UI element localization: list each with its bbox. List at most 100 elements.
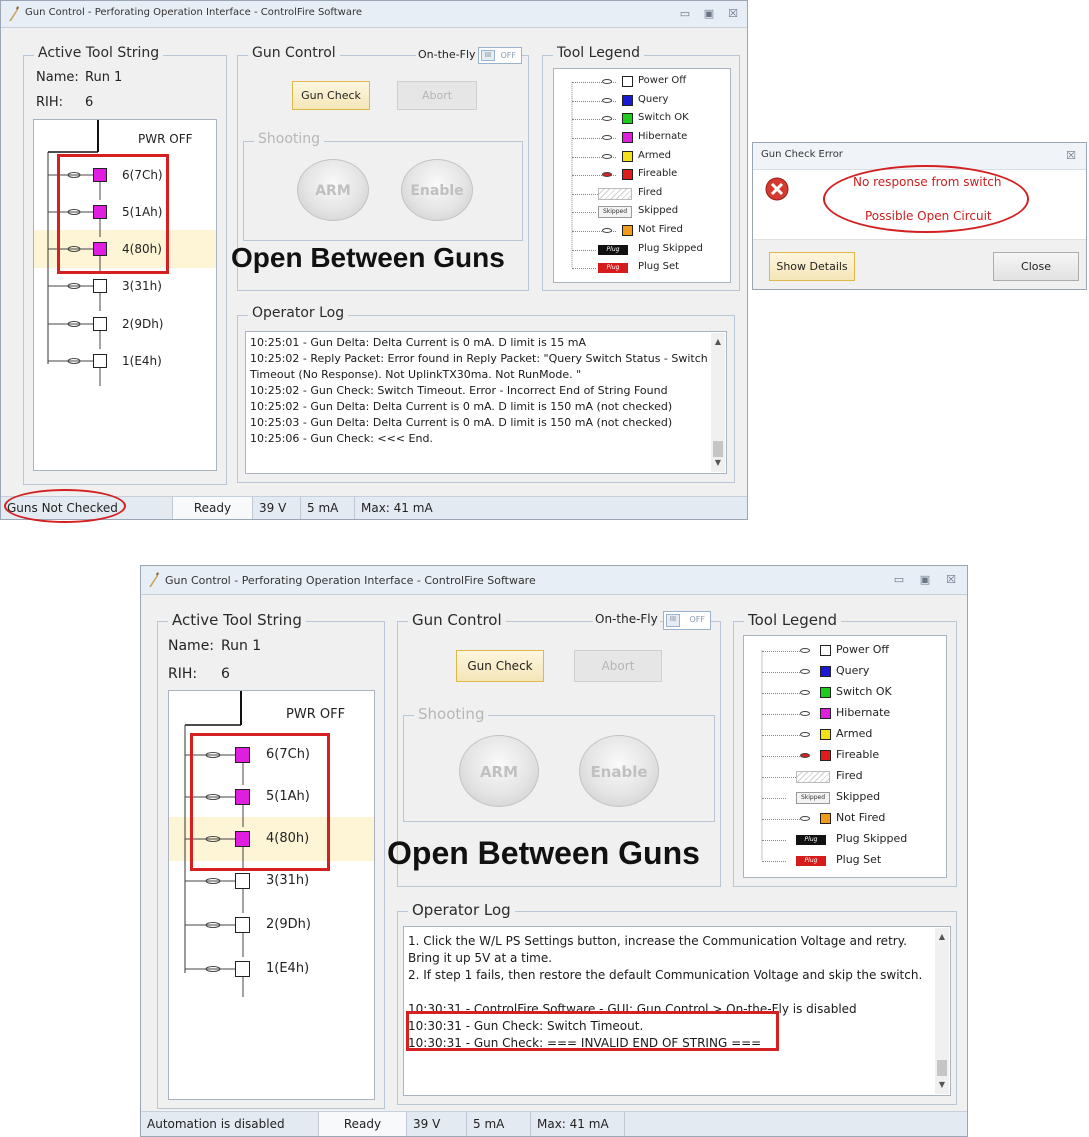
enable-button[interactable]: Enable — [401, 159, 473, 221]
legend-connector — [762, 860, 786, 862]
legend-skipped-icon: Skipped — [796, 791, 830, 804]
legend-label: Plug Set — [836, 853, 882, 866]
legend-fired-icon — [598, 187, 632, 200]
legend-item: Plug Plug Set — [554, 259, 730, 278]
active-tool-string-title: Active Tool String — [168, 611, 306, 629]
legend-label: Switch OK — [836, 685, 892, 698]
legend-plug-icon: Plug — [796, 855, 826, 866]
legend-item: Plug Plug Skipped — [554, 240, 730, 259]
maximize-button[interactable]: ▣ — [699, 6, 719, 22]
status-bar: Automation is disabled Ready 39 V 5 mA M… — [141, 1111, 967, 1136]
scroll-thumb[interactable] — [713, 441, 723, 457]
gun-control-window-1: Gun Control - Perforating Operation Inte… — [0, 0, 748, 520]
legend-item: Hibernate — [554, 129, 730, 148]
legend-lead-icon — [602, 79, 612, 85]
arm-button[interactable]: ARM — [297, 159, 369, 221]
log-line: 10:25:02 - Gun Delta: Delta Current is 0… — [250, 400, 673, 413]
enable-button[interactable]: Enable — [579, 735, 659, 807]
legend-lead-icon — [602, 135, 612, 141]
open-between-guns-caption: Open Between Guns — [387, 835, 700, 871]
gun-check-button[interactable]: Gun Check — [456, 650, 544, 682]
legend-lead-icon — [602, 153, 612, 159]
title-bar[interactable]: Gun Control - Perforating Operation Inte… — [1, 1, 747, 28]
legend-label: Skipped — [638, 205, 679, 217]
error-message-highlight — [823, 165, 1029, 233]
abort-button[interactable]: Abort — [397, 81, 477, 110]
window-title: Gun Control - Perforating Operation Inte… — [25, 7, 363, 18]
gun-control-window-2: Gun Control - Perforating Operation Inte… — [140, 565, 968, 1137]
legend-lead-icon — [800, 647, 810, 653]
scroll-down-icon[interactable]: ▼ — [935, 1078, 949, 1092]
legend-label: Query — [836, 664, 870, 677]
switch-3-marker[interactable] — [235, 873, 250, 889]
abort-button[interactable]: Abort — [574, 650, 662, 682]
tool-string-diagram: PWR OFF 6(7Ch) 5(1Ah) 4(80h) 3(31h) 2(9D… — [33, 119, 217, 471]
legend-label: Skipped — [836, 790, 881, 803]
log-line: 10:25:02 - Reply Packet: Error found in … — [250, 352, 708, 365]
switch-2-marker[interactable] — [93, 317, 107, 331]
on-the-fly-toggle[interactable]: III OFF — [663, 611, 711, 630]
switch-2-label: 2(9Dh) — [122, 317, 164, 331]
log-line: 1. Click the W/L PS Settings button, inc… — [408, 934, 907, 948]
switch-1-marker[interactable] — [235, 961, 250, 977]
arm-button[interactable]: ARM — [459, 735, 539, 807]
log-line: 10:25:01 - Gun Delta: Delta Current is 0… — [250, 336, 587, 349]
switch-3-marker[interactable] — [93, 279, 107, 293]
legend-lead-icon — [602, 97, 612, 103]
legend-lead-icon — [800, 689, 810, 695]
legend-label: Fireable — [638, 168, 678, 180]
log-line: 2. If step 1 fails, then restore the def… — [408, 968, 923, 982]
legend-switch-icon — [820, 728, 831, 740]
close-button[interactable]: ☒ — [723, 6, 743, 22]
dialog-close-button[interactable]: Close — [993, 252, 1079, 281]
legend-item: Plug Plug Set — [744, 850, 946, 871]
on-the-fly-toggle[interactable]: III OFF — [478, 47, 522, 64]
operator-log-text[interactable]: 1. Click the W/L PS Settings button, inc… — [403, 926, 951, 1096]
legend-switch-icon — [622, 113, 633, 125]
legend-label: Query — [638, 93, 669, 105]
log-scrollbar[interactable]: ▲ ▼ — [711, 333, 725, 472]
legend-item: Skipped Skipped — [554, 203, 730, 222]
gun-control-title: Gun Control — [248, 45, 340, 61]
minimize-button[interactable]: ▭ — [889, 572, 909, 588]
legend-lead-icon — [800, 752, 810, 758]
log-scrollbar[interactable]: ▲ ▼ — [935, 928, 949, 1094]
legend-item: Hibernate — [744, 703, 946, 724]
legend-switch-icon — [622, 225, 633, 237]
active-tool-string-title: Active Tool String — [34, 45, 164, 61]
title-bar[interactable]: Gun Control - Perforating Operation Inte… — [141, 566, 967, 595]
operator-log-text[interactable]: 10:25:01 - Gun Delta: Delta Current is 0… — [245, 331, 727, 474]
dialog-title: Gun Check Error — [761, 149, 843, 160]
maximize-button[interactable]: ▣ — [915, 572, 935, 588]
app-flame-icon — [149, 572, 159, 587]
log-error-highlight — [406, 1011, 779, 1051]
legend-item: Armed — [554, 147, 730, 166]
legend-label: Plug Skipped — [836, 832, 908, 845]
dialog-close-icon[interactable]: ☒ — [1061, 148, 1081, 164]
run-name-value: Run 1 — [221, 638, 262, 654]
rih-value: 6 — [221, 666, 230, 682]
legend-lead-icon — [602, 116, 612, 122]
operator-log-title: Operator Log — [248, 305, 349, 321]
hibernating-switches-highlight — [190, 733, 330, 871]
close-button[interactable]: ☒ — [941, 572, 961, 588]
pwr-off-label: PWR OFF — [286, 707, 346, 722]
legend-switch-icon — [622, 94, 633, 106]
legend-item: Fired — [744, 766, 946, 787]
gun-check-button[interactable]: Gun Check — [292, 81, 370, 110]
toggle-off-label: OFF — [689, 615, 706, 624]
switch-1-label: 1(E4h) — [266, 961, 310, 976]
legend-label: Plug Skipped — [638, 242, 703, 254]
scroll-up-icon[interactable]: ▲ — [711, 335, 725, 349]
show-details-button[interactable]: Show Details — [769, 252, 855, 281]
scroll-up-icon[interactable]: ▲ — [935, 930, 949, 944]
rih-label: RIH: — [168, 666, 198, 682]
scroll-thumb[interactable] — [937, 1060, 947, 1076]
scroll-down-icon[interactable]: ▼ — [711, 456, 725, 470]
switch-2-marker[interactable] — [235, 917, 250, 933]
switch-1-marker[interactable] — [93, 354, 107, 368]
switch-1-label: 1(E4h) — [122, 354, 162, 368]
minimize-button[interactable]: ▭ — [675, 6, 695, 22]
legend-item: Fireable — [554, 166, 730, 185]
